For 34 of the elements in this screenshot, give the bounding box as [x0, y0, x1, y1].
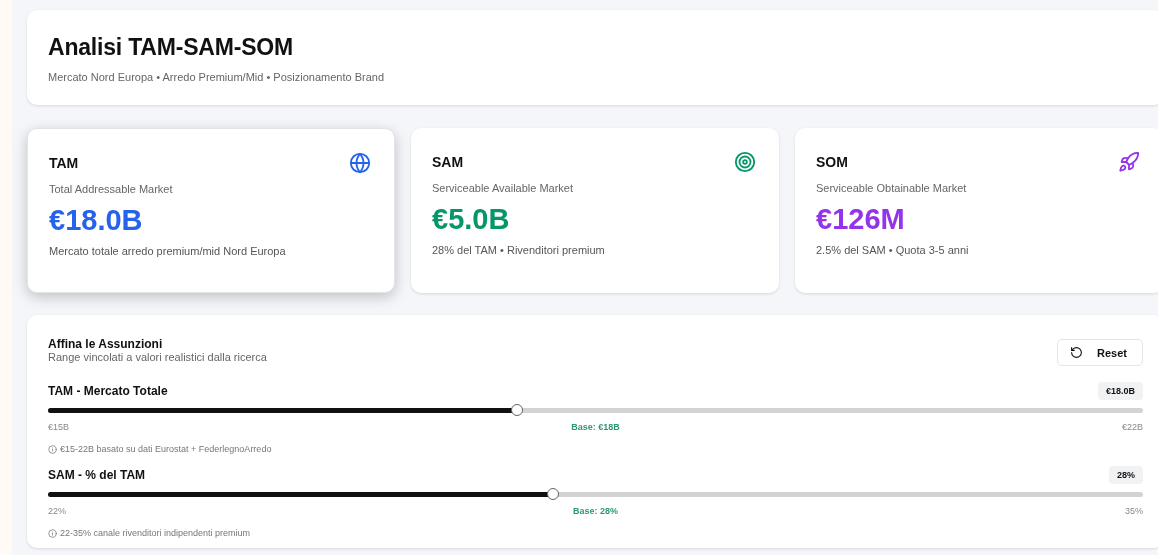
base-value: Base: €18B: [571, 422, 620, 432]
slider-label: SAM - % del TAM: [48, 468, 146, 482]
slider-thumb[interactable]: [511, 404, 524, 416]
metric-description: Serviceable Available Market: [432, 182, 575, 194]
metric-note: Mercato totale arredo premium/mid Nord Europa: [49, 245, 287, 257]
section-title: Affina le Assunzioni: [48, 337, 164, 351]
metric-description: Serviceable Obtainable Market: [816, 182, 968, 194]
range-min: €15B: [48, 422, 70, 432]
info-icon: [48, 444, 57, 454]
metric-description: Total Addressable Market: [49, 183, 174, 195]
slider-label: TAM - Mercato Totale: [48, 384, 168, 398]
value-badge: 28%: [1109, 466, 1143, 484]
metric-value: €5.0B: [432, 203, 511, 236]
metric-label: SAM: [432, 154, 464, 170]
reset-icon: [1070, 346, 1084, 359]
section-subtitle: Range vincolati a valori realistici dalla ricerca: [48, 351, 267, 363]
metric-note: 2.5% del SAM • Quota 3-5 anni: [816, 244, 970, 256]
hint-text: €15-22B basato su dati Eurostat + FederlegnoArredo: [60, 444, 272, 454]
metric-value: €18.0B: [49, 204, 144, 237]
range-min: 22%: [48, 506, 66, 516]
page-title: Analisi TAM-SAM-SOM: [48, 34, 294, 61]
metric-note: 28% del TAM • Rivenditori premium: [432, 244, 606, 256]
metric-label: SOM: [816, 154, 848, 170]
reset-button[interactable]: Reset: [1057, 339, 1143, 366]
slider-thumb[interactable]: [547, 488, 560, 500]
range-max: €22B: [1121, 422, 1143, 432]
hint-text: 22-35% canale rivenditori indipendenti premium: [60, 528, 251, 538]
metric-label: TAM: [49, 155, 79, 171]
value-badge: €18.0B: [1097, 382, 1143, 400]
base-value: Base: 28%: [573, 506, 618, 516]
page-subtitle: Mercato Nord Europa • Arredo Premium/Mid • Posizionamento Brand: [48, 71, 385, 83]
metric-value: €126M: [816, 203, 906, 236]
info-icon: [48, 528, 57, 538]
range-max: 35%: [1125, 506, 1143, 516]
